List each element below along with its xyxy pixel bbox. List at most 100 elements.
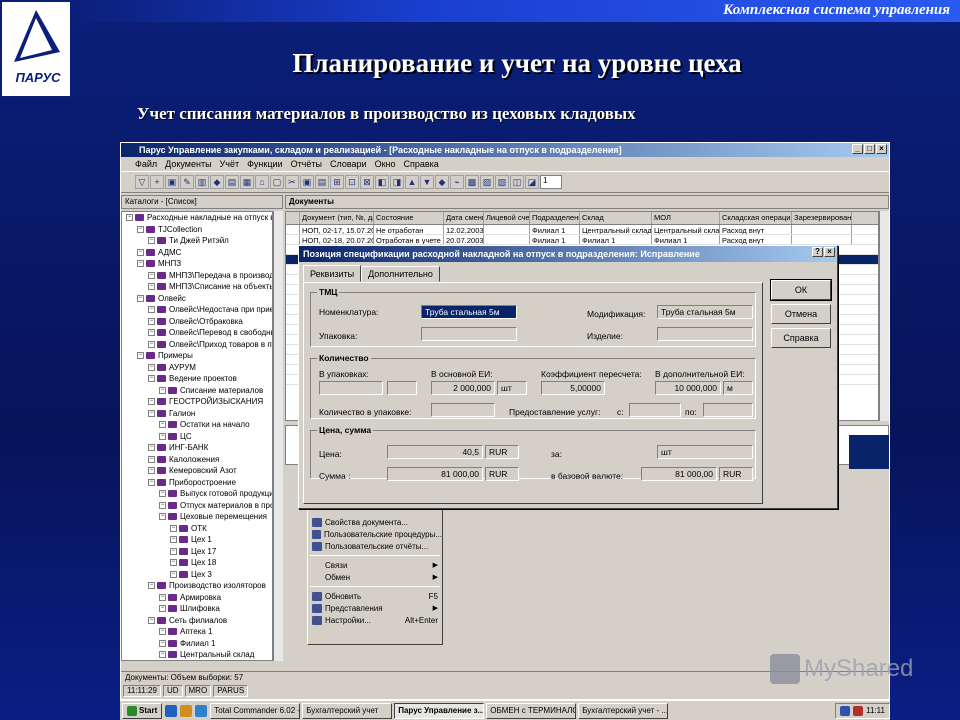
taskbar-task-button[interactable]: Бухгалтерский учет — [302, 702, 393, 719]
tree-item[interactable]: − Списание материалов — [122, 385, 272, 397]
start-button[interactable]: Start — [122, 702, 163, 719]
per-field[interactable]: шт — [657, 445, 753, 459]
expand-icon[interactable]: − — [148, 317, 155, 325]
sum-currency-field[interactable]: RUR — [485, 467, 519, 481]
tree-item[interactable]: − Калоложения — [122, 454, 272, 466]
tree-item[interactable]: − Остатки на начало — [122, 419, 272, 431]
extra-unit-field[interactable]: м — [723, 381, 753, 395]
tree-item[interactable]: − Ведение проектов — [122, 373, 272, 385]
toolbar-icon[interactable]: ▨ — [480, 175, 494, 189]
expand-icon[interactable]: − — [148, 363, 155, 371]
tree-item[interactable]: − Кемеровский Азот — [122, 465, 272, 477]
price-field[interactable]: 40,5 — [387, 445, 483, 459]
toolbar-icon[interactable]: ✎ — [180, 175, 194, 189]
tree-item[interactable]: − Аптека 1 — [122, 626, 272, 638]
browser-quicklaunch-icon[interactable] — [165, 704, 178, 717]
context-menu-item[interactable]: Пользовательские отчёты... — [308, 540, 442, 552]
base-currency-field[interactable]: RUR — [719, 467, 753, 481]
column-header[interactable]: Складская операция — [720, 212, 792, 224]
expand-icon[interactable]: − — [148, 283, 155, 291]
checkbox-column-header[interactable] — [286, 212, 300, 224]
tree-item[interactable]: − МНПЗ — [122, 258, 272, 270]
tree-item[interactable]: − TJCollection — [122, 224, 272, 236]
expand-icon[interactable]: − — [148, 237, 155, 245]
tree-item[interactable]: − ЦС — [122, 431, 272, 443]
context-menu-item[interactable]: Обновить F5 — [308, 590, 442, 602]
package-field[interactable] — [421, 327, 517, 341]
expand-icon[interactable]: − — [148, 616, 155, 624]
expand-icon[interactable]: − — [159, 628, 166, 636]
expand-icon[interactable]: − — [159, 605, 166, 613]
tree-item[interactable]: − Филиал 1 — [122, 638, 272, 650]
taskbar-task-button[interactable]: Total Commander 6.02 - ... — [210, 702, 301, 719]
taskbar-task-button[interactable]: Парус Управление з... — [394, 702, 485, 719]
tab-additional[interactable]: Дополнительно — [361, 266, 440, 282]
tree-item[interactable]: − Центральный склад — [122, 649, 272, 660]
toolbar-icon[interactable]: ▤ — [225, 175, 239, 189]
menu-item[interactable]: Словари — [330, 159, 367, 171]
tree-item[interactable]: − Выпуск готовой продукции — [122, 488, 272, 500]
expand-icon[interactable]: − — [137, 352, 144, 360]
page-number-field[interactable]: 1 — [540, 175, 562, 189]
dialog-close-icon[interactable]: × — [824, 247, 835, 257]
toolbar-icon[interactable]: ⌁ — [450, 175, 464, 189]
toolbar-icon[interactable]: ◪ — [525, 175, 539, 189]
toolbar-icon[interactable]: ⊠ — [360, 175, 374, 189]
expand-icon[interactable]: − — [159, 490, 166, 498]
expand-icon[interactable]: − — [170, 524, 177, 532]
tree-item[interactable]: − МНПЗ\Передача в производство — [122, 270, 272, 282]
main-qty-field[interactable]: 2 000,000 — [431, 381, 495, 395]
expand-icon[interactable]: − — [170, 570, 177, 578]
tree-item[interactable]: − Приборостроение — [122, 477, 272, 489]
expand-icon[interactable]: − — [148, 398, 155, 406]
tree-item[interactable]: − Шлифовка — [122, 603, 272, 615]
context-menu-item[interactable]: Обмен ▶ — [308, 571, 442, 583]
expand-icon[interactable]: − — [159, 386, 166, 394]
maximize-button[interactable]: □ — [864, 144, 875, 154]
context-menu-item[interactable]: Пользовательские процедуры... — [308, 528, 442, 540]
toolbar-icon[interactable]: ◫ — [510, 175, 524, 189]
toolbar-icon[interactable]: ▣ — [165, 175, 179, 189]
expand-icon[interactable]: − — [126, 214, 133, 222]
main-unit-field[interactable]: шт — [497, 381, 527, 395]
tree-item[interactable]: − АДМС — [122, 247, 272, 259]
toolbar-icon[interactable]: ▩ — [465, 175, 479, 189]
column-header[interactable]: Подразделение — [530, 212, 580, 224]
table-row[interactable]: НОП, 02-17, 15.07.2002Не отработан12.02.… — [286, 225, 878, 235]
expand-icon[interactable]: − — [148, 375, 155, 383]
explorer-quicklaunch-icon[interactable] — [180, 704, 193, 717]
menu-item[interactable]: Окно — [375, 159, 396, 171]
toolbar-icon[interactable]: ⊡ — [345, 175, 359, 189]
tree-item[interactable]: − Олвейс\Перевод в свободный зап — [122, 327, 272, 339]
tree-item[interactable]: − Цех 1 — [122, 534, 272, 546]
expand-icon[interactable]: − — [148, 444, 155, 452]
expand-icon[interactable]: − — [148, 329, 155, 337]
toolbar-icon[interactable]: ▧ — [495, 175, 509, 189]
tree-item[interactable]: − Отпуск материалов в произво — [122, 500, 272, 512]
tree-item[interactable]: − Цеховые перемещения — [122, 511, 272, 523]
toolbar-icon[interactable]: ▲ — [405, 175, 419, 189]
expand-icon[interactable]: − — [159, 421, 166, 429]
volume-icon[interactable] — [853, 705, 864, 716]
tree-item[interactable]: − Олвейс — [122, 293, 272, 305]
ok-button[interactable]: ОК — [770, 279, 832, 301]
tree-item[interactable]: − ГЕОСТРОЙИЗЫСКАНИЯ — [122, 396, 272, 408]
tab-requisites[interactable]: Реквизиты — [303, 265, 362, 282]
tree-item[interactable]: − АУРУМ — [122, 362, 272, 374]
toolbar-icon[interactable]: ⊞ — [330, 175, 344, 189]
toolbar-icon[interactable]: ▣ — [300, 175, 314, 189]
tree-item[interactable]: − ОТК — [122, 523, 272, 535]
mail-quicklaunch-icon[interactable] — [195, 704, 208, 717]
tree-item[interactable]: − Олвейс\Недостача при приемке — [122, 304, 272, 316]
expand-icon[interactable]: − — [159, 501, 166, 509]
context-menu-item[interactable]: Настройки... Alt+Enter — [308, 614, 442, 626]
context-menu-item[interactable]: Свойства документа... — [308, 516, 442, 528]
toolbar-icon[interactable]: ▤ — [315, 175, 329, 189]
toolbar-icon[interactable]: ◧ — [375, 175, 389, 189]
toolbar-icon[interactable]: ⌂ — [255, 175, 269, 189]
toolbar-icon[interactable]: ◆ — [210, 175, 224, 189]
column-header[interactable]: Лицевой счет — [484, 212, 530, 224]
column-header[interactable]: МОЛ — [652, 212, 720, 224]
to-field[interactable] — [703, 403, 753, 417]
expand-icon[interactable]: − — [148, 467, 155, 475]
